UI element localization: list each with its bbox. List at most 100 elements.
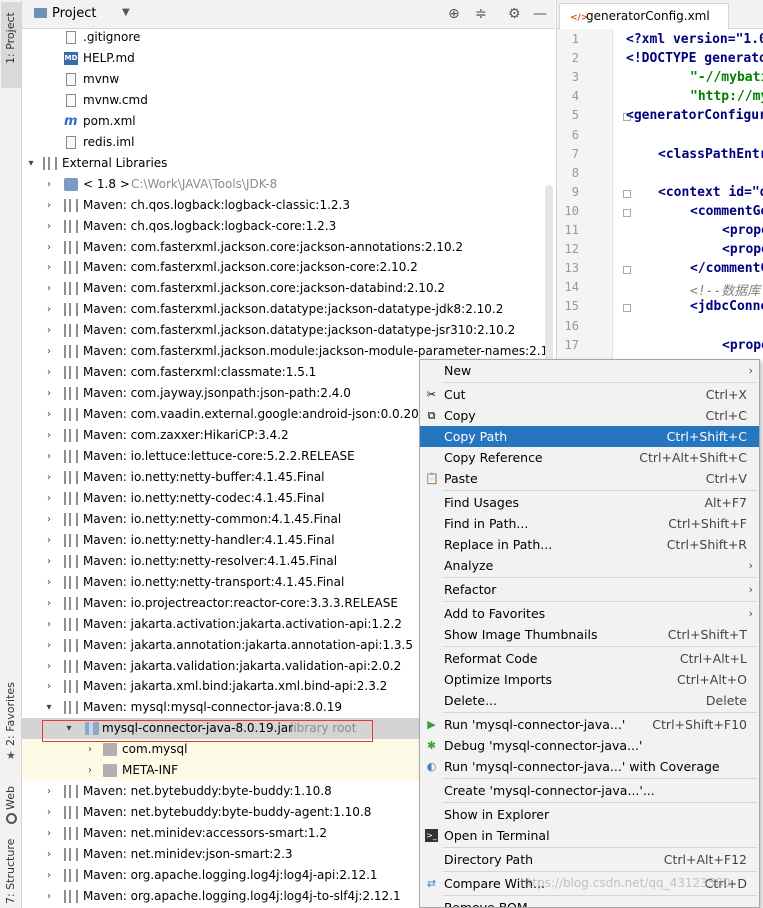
menu-item-show-image-thumbnails[interactable]: Show Image Thumbnails Ctrl+Shift+T xyxy=(420,624,759,645)
collapse-arrow-icon[interactable]: › xyxy=(43,593,55,614)
locate-icon[interactable]: ⊕ xyxy=(448,6,460,22)
collapse-arrow-icon[interactable]: › xyxy=(43,635,55,656)
collapse-arrow-icon[interactable]: › xyxy=(84,739,96,760)
collapse-arrow-icon[interactable]: › xyxy=(43,174,55,195)
menu-item-show-in-explorer[interactable]: Show in Explorer xyxy=(420,804,759,825)
collapse-arrow-icon[interactable]: › xyxy=(43,865,55,886)
collapse-arrow-icon[interactable]: › xyxy=(43,446,55,467)
collapse-arrow-icon[interactable]: › xyxy=(43,530,55,551)
menu-item-run-mysql-connector-java-with-coverage[interactable]: ◐ Run 'mysql-connector-java...' with Cove… xyxy=(420,756,759,777)
collapse-arrow-icon[interactable]: › xyxy=(43,404,55,425)
file-node[interactable]: mvnw xyxy=(22,69,546,90)
collapse-arrow-icon[interactable]: › xyxy=(43,823,55,844)
expand-arrow-icon[interactable]: ▾ xyxy=(63,718,75,739)
menu-item-paste[interactable]: 📋 Paste Ctrl+V xyxy=(420,468,759,489)
menu-item-add-to-favorites[interactable]: Add to Favorites › xyxy=(420,603,759,624)
library-node[interactable]: › Maven: ch.qos.logback:logback-core:1.2.… xyxy=(22,216,546,237)
menu-item-copy-path[interactable]: Copy Path Ctrl+Shift+C xyxy=(420,426,759,447)
external-libraries-node[interactable]: ▾ External Libraries xyxy=(22,153,546,174)
menu-item-refactor[interactable]: Refactor › xyxy=(420,579,759,600)
chevron-down-icon[interactable]: ▼ xyxy=(122,7,130,18)
menu-item-find-in-path[interactable]: Find in Path... Ctrl+Shift+F xyxy=(420,513,759,534)
library-node[interactable]: › Maven: com.fasterxml.jackson.core:jacks… xyxy=(22,278,546,299)
file-node[interactable]: redis.iml xyxy=(22,132,546,153)
collapse-arrow-icon[interactable]: › xyxy=(43,886,55,907)
line-number: 17 xyxy=(564,337,579,352)
collapse-arrow-icon[interactable]: › xyxy=(43,362,55,383)
menu-item-find-usages[interactable]: Find Usages Alt+F7 xyxy=(420,492,759,513)
fold-marker-icon[interactable] xyxy=(623,189,631,198)
web-tool-tab[interactable]: Web xyxy=(1,780,21,830)
file-node[interactable]: .gitignore xyxy=(22,29,546,48)
collapse-all-icon[interactable]: ≑ xyxy=(475,6,487,22)
project-view-selector[interactable]: Project xyxy=(34,6,96,21)
menu-item-copy-reference[interactable]: Copy Reference Ctrl+Alt+Shift+C xyxy=(420,447,759,468)
collapse-arrow-icon[interactable]: › xyxy=(43,467,55,488)
collapse-arrow-icon[interactable]: › xyxy=(43,551,55,572)
collapse-arrow-icon[interactable]: › xyxy=(43,299,55,320)
collapse-arrow-icon[interactable]: › xyxy=(43,425,55,446)
library-node[interactable]: › Maven: com.fasterxml.jackson.core:jacks… xyxy=(22,237,546,258)
library-icon xyxy=(64,282,78,296)
menu-item-replace-in-path[interactable]: Replace in Path... Ctrl+Shift+R xyxy=(420,534,759,555)
library-node[interactable]: › Maven: com.fasterxml.jackson.core:jacks… xyxy=(22,257,546,278)
fold-marker-icon[interactable] xyxy=(623,304,631,313)
collapse-arrow-icon[interactable]: › xyxy=(43,195,55,216)
tree-node-label: Maven: com.fasterxml:classmate:1.5.1 xyxy=(83,365,317,380)
menu-item-create-mysql-connector-java[interactable]: Create 'mysql-connector-java...'... xyxy=(420,780,759,801)
collapse-arrow-icon[interactable]: › xyxy=(43,216,55,237)
menu-item-directory-path[interactable]: Directory Path Ctrl+Alt+F12 xyxy=(420,849,759,870)
collapse-arrow-icon[interactable]: › xyxy=(43,509,55,530)
collapse-arrow-icon[interactable]: ▾ xyxy=(43,697,55,718)
library-node[interactable]: › Maven: com.fasterxml.jackson.datatype:j… xyxy=(22,299,546,320)
favorites-tool-tab[interactable]: 2: Favorites ★ xyxy=(1,682,21,766)
collapse-arrow-icon[interactable]: › xyxy=(43,257,55,278)
collapse-arrow-icon[interactable]: › xyxy=(43,383,55,404)
menu-item-debug-mysql-connector-java[interactable]: ✱ Debug 'mysql-connector-java...' xyxy=(420,735,759,756)
menu-item-delete[interactable]: Delete... Delete xyxy=(420,690,759,711)
menu-item-analyze[interactable]: Analyze › xyxy=(420,555,759,576)
collapse-arrow-icon[interactable]: › xyxy=(43,341,55,362)
line-number: 4 xyxy=(571,89,579,104)
collapse-arrow-icon[interactable]: › xyxy=(84,760,96,781)
library-node[interactable]: › Maven: ch.qos.logback:logback-classic:1… xyxy=(22,195,546,216)
project-tool-tab[interactable]: 1: Project xyxy=(1,2,21,88)
menu-item-run-mysql-connector-java[interactable]: ▶ Run 'mysql-connector-java...' Ctrl+Shift… xyxy=(420,714,759,735)
menu-item-remove-bom[interactable]: Remove BOM xyxy=(420,897,759,907)
favorites-tab-label: 2: Favorites xyxy=(4,682,17,746)
collapse-arrow-icon[interactable]: › xyxy=(43,278,55,299)
collapse-arrow-icon[interactable]: › xyxy=(43,781,55,802)
tree-node-label: Maven: io.netty:netty-codec:4.1.45.Final xyxy=(83,490,325,505)
collapse-arrow-icon[interactable]: › xyxy=(43,614,55,635)
menu-item-new[interactable]: New › xyxy=(420,360,759,381)
editor-tab[interactable]: </>generatorConfig.xml xyxy=(559,3,729,29)
jdk-node[interactable]: › < 1.8 > C:\Work\JAVA\Tools\JDK-8 xyxy=(22,174,546,195)
gear-icon[interactable]: ⚙ xyxy=(508,6,521,22)
file-node[interactable]: mvnw.cmd xyxy=(22,90,546,111)
jdk-path: C:\Work\JAVA\Tools\JDK-8 xyxy=(131,176,278,191)
collapse-arrow-icon[interactable]: › xyxy=(43,572,55,593)
collapse-arrow-icon[interactable]: › xyxy=(43,656,55,677)
collapse-arrow-icon[interactable]: › xyxy=(43,844,55,865)
file-node[interactable]: MD HELP.md xyxy=(22,48,546,69)
fold-marker-icon[interactable] xyxy=(623,266,631,275)
menu-item-reformat-code[interactable]: Reformat Code Ctrl+Alt+L xyxy=(420,648,759,669)
line-number: 1 xyxy=(571,32,579,46)
hide-panel-icon[interactable]: — xyxy=(533,6,547,22)
fold-marker-icon[interactable] xyxy=(623,208,631,217)
expand-arrow-icon[interactable]: ▾ xyxy=(25,153,37,174)
menu-item-copy[interactable]: ⧉ Copy Ctrl+C xyxy=(420,405,759,426)
collapse-arrow-icon[interactable]: › xyxy=(43,676,55,697)
collapse-arrow-icon[interactable]: › xyxy=(43,237,55,258)
structure-tool-tab[interactable]: 7: Structure xyxy=(1,839,21,906)
collapse-arrow-icon[interactable]: › xyxy=(43,320,55,341)
tree-node-label: Maven: com.jayway.jsonpath:json-path:2.4… xyxy=(83,386,351,401)
collapse-arrow-icon[interactable]: › xyxy=(43,802,55,823)
library-node[interactable]: › Maven: com.fasterxml.jackson.datatype:j… xyxy=(22,320,546,341)
collapse-arrow-icon[interactable]: › xyxy=(43,488,55,509)
menu-item-optimize-imports[interactable]: Optimize Imports Ctrl+Alt+O xyxy=(420,669,759,690)
tree-scrollbar[interactable] xyxy=(545,185,553,385)
file-node[interactable]: m pom.xml xyxy=(22,111,546,132)
menu-item-open-in-terminal[interactable]: >_ Open in Terminal xyxy=(420,825,759,846)
menu-item-cut[interactable]: ✂ Cut Ctrl+X xyxy=(420,384,759,405)
